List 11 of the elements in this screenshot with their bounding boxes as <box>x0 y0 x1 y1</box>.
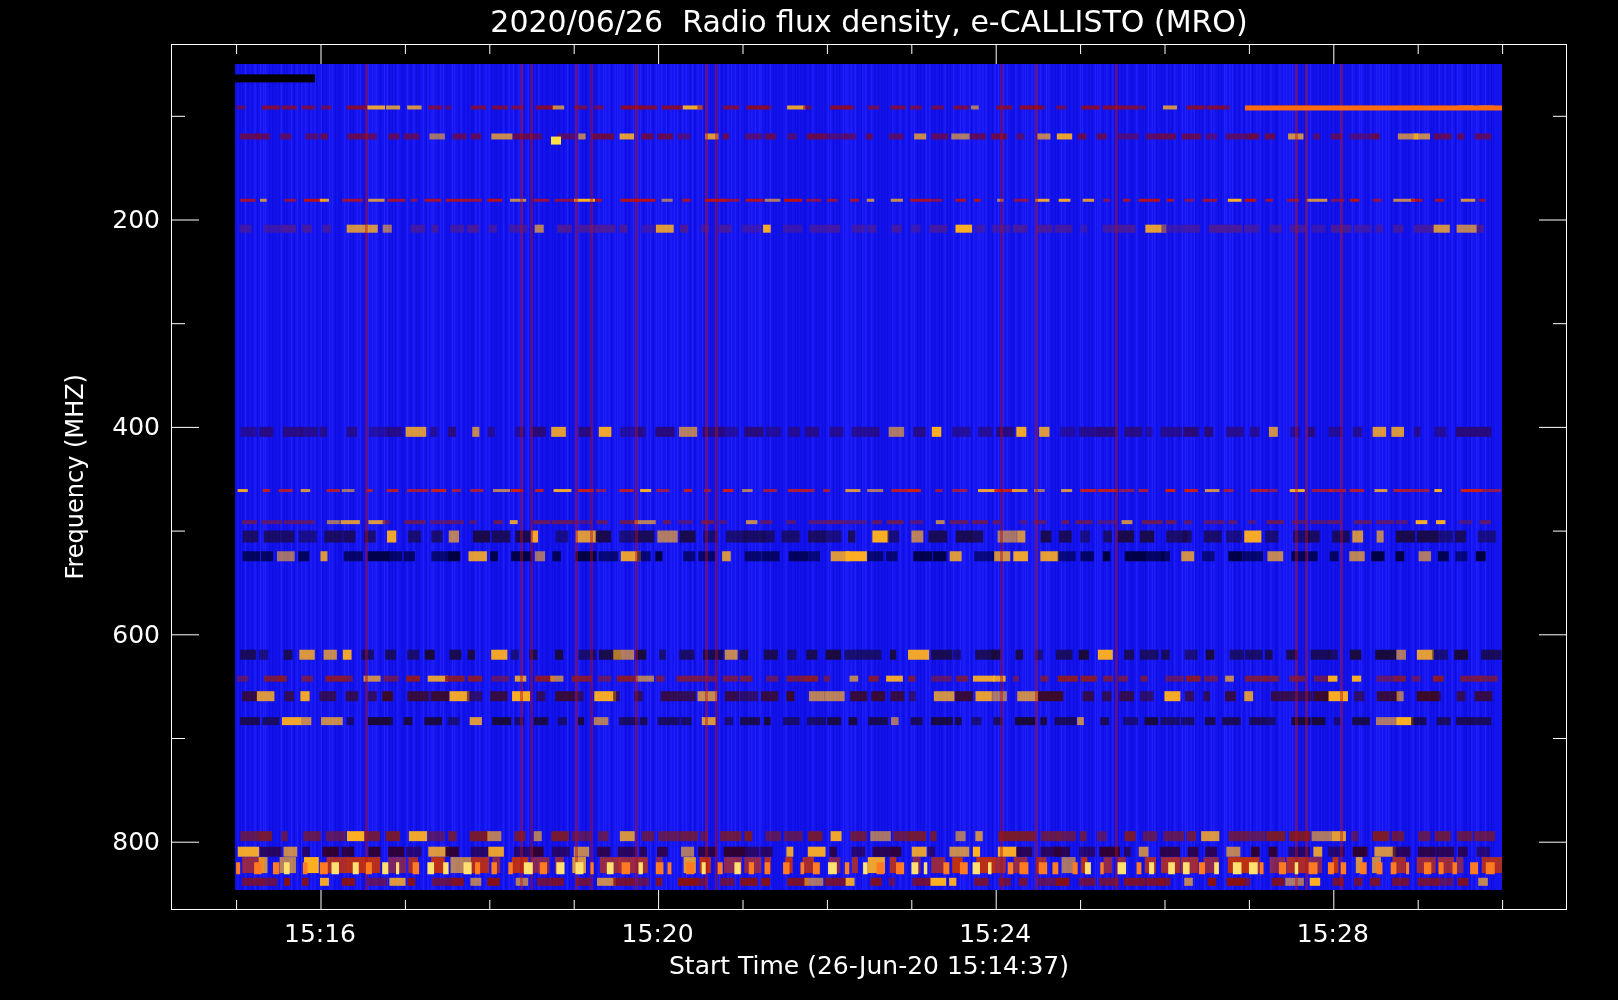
y-tick-label: 200 <box>112 206 160 232</box>
x-axis-label: Start Time (26-Jun-20 15:14:37) <box>668 953 1070 978</box>
y-axis-label: Frequency (MHZ) <box>61 374 89 580</box>
y-tick-label: 600 <box>112 621 160 647</box>
x-tick-label: 15:16 <box>284 921 356 946</box>
chart-title: 2020/06/26 Radio flux density, e-CALLISTO (MRO) <box>490 6 1248 37</box>
x-tick-label: 15:24 <box>959 921 1032 946</box>
y-tick-label: 800 <box>112 828 160 854</box>
y-tick-label: 400 <box>112 413 160 439</box>
x-tick-label: 15:28 <box>1296 921 1369 946</box>
x-tick-label: 15:20 <box>621 921 694 946</box>
